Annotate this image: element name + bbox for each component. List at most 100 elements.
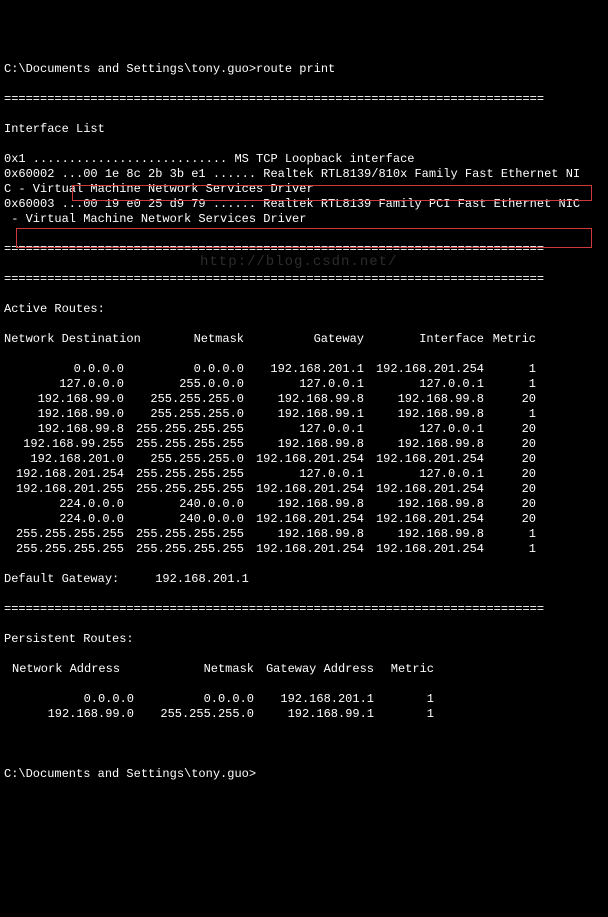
cell-metric: 20 xyxy=(484,422,536,437)
cell-destination: 0.0.0.0 xyxy=(4,362,124,377)
cell-interface: 192.168.201.254 xyxy=(364,542,484,557)
cell-destination: 0.0.0.0 xyxy=(4,692,134,707)
cell-metric: 1 xyxy=(484,377,536,392)
interface-entry: C - Virtual Machine Network Services Dri… xyxy=(4,182,604,197)
cell-destination: 192.168.99.8 xyxy=(4,422,124,437)
cell-destination: 255.255.255.255 xyxy=(4,527,124,542)
default-gateway-line: Default Gateway: 192.168.201.1 xyxy=(4,572,604,587)
cell-netmask: 240.0.0.0 xyxy=(124,512,244,527)
header-netmask: Netmask xyxy=(140,332,244,347)
persistent-route-table: 0.0.0.00.0.0.0192.168.201.11192.168.99.0… xyxy=(4,692,604,722)
prompt-line: C:\Documents and Settings\tony.guo>route… xyxy=(4,62,604,77)
cell-metric: 20 xyxy=(484,437,536,452)
cell-gateway: 192.168.99.1 xyxy=(244,407,364,422)
cell-destination: 224.0.0.0 xyxy=(4,512,124,527)
prompt-end[interactable]: C:\Documents and Settings\tony.guo> xyxy=(4,767,604,782)
interface-entry: 0x1 ........................... MS TCP L… xyxy=(4,152,604,167)
interface-entry: - Virtual Machine Network Services Drive… xyxy=(4,212,604,227)
table-row: 192.168.99.255255.255.255.255192.168.99.… xyxy=(4,437,604,452)
cell-interface: 192.168.99.8 xyxy=(364,497,484,512)
cell-gateway: 192.168.99.8 xyxy=(244,527,364,542)
table-row: 192.168.99.0255.255.255.0192.168.99.11 xyxy=(4,707,604,722)
cell-netmask: 255.255.255.255 xyxy=(124,437,244,452)
cell-gateway: 192.168.99.8 xyxy=(244,437,364,452)
cell-netmask: 0.0.0.0 xyxy=(134,692,254,707)
cell-gateway: 192.168.201.254 xyxy=(244,542,364,557)
cell-netmask: 255.255.255.255 xyxy=(124,542,244,557)
cell-destination: 192.168.99.0 xyxy=(4,407,124,422)
cell-destination: 192.168.99.0 xyxy=(4,707,134,722)
cell-gateway: 192.168.201.1 xyxy=(254,692,374,707)
table-row: 224.0.0.0240.0.0.0192.168.201.254192.168… xyxy=(4,512,604,527)
table-row: 224.0.0.0240.0.0.0192.168.99.8192.168.99… xyxy=(4,497,604,512)
interface-list-header: Interface List xyxy=(4,122,604,137)
cell-gateway: 127.0.0.1 xyxy=(244,422,364,437)
interface-entry: 0x60003 ...00 19 e0 25 d9 79 ...... Real… xyxy=(4,197,604,212)
cell-destination: 192.168.201.0 xyxy=(4,452,124,467)
cell-netmask: 255.255.255.255 xyxy=(124,527,244,542)
separator: ========================================… xyxy=(4,242,604,257)
cell-metric: 20 xyxy=(484,392,536,407)
cell-interface: 192.168.201.254 xyxy=(364,482,484,497)
cell-metric: 1 xyxy=(374,692,434,707)
cell-metric: 20 xyxy=(484,497,536,512)
p-header-metric: Metric xyxy=(374,662,434,677)
p-header-mask: Netmask xyxy=(134,662,254,677)
cell-metric: 20 xyxy=(484,482,536,497)
cell-gateway: 127.0.0.1 xyxy=(244,377,364,392)
cell-netmask: 0.0.0.0 xyxy=(124,362,244,377)
table-row: 192.168.201.255255.255.255.255192.168.20… xyxy=(4,482,604,497)
cell-interface: 127.0.0.1 xyxy=(364,467,484,482)
cell-destination: 224.0.0.0 xyxy=(4,497,124,512)
table-row: 192.168.99.0255.255.255.0192.168.99.8192… xyxy=(4,392,604,407)
separator: ========================================… xyxy=(4,272,604,287)
cell-netmask: 255.255.255.0 xyxy=(124,392,244,407)
table-row: 0.0.0.00.0.0.0192.168.201.11 xyxy=(4,692,604,707)
separator: ========================================… xyxy=(4,92,604,107)
cell-interface: 127.0.0.1 xyxy=(364,422,484,437)
cell-metric: 1 xyxy=(374,707,434,722)
cell-interface: 192.168.201.254 xyxy=(364,452,484,467)
cell-destination: 255.255.255.255 xyxy=(4,542,124,557)
cell-gateway: 192.168.99.1 xyxy=(254,707,374,722)
cell-metric: 1 xyxy=(484,362,536,377)
cell-gateway: 127.0.0.1 xyxy=(244,467,364,482)
cell-metric: 1 xyxy=(484,527,536,542)
cell-metric: 20 xyxy=(484,452,536,467)
table-row: 255.255.255.255255.255.255.255192.168.99… xyxy=(4,527,604,542)
cell-interface: 192.168.99.8 xyxy=(364,392,484,407)
route-table: 0.0.0.00.0.0.0192.168.201.1192.168.201.2… xyxy=(4,362,604,557)
header-gateway: Gateway xyxy=(244,332,364,347)
cell-netmask: 255.255.255.255 xyxy=(124,467,244,482)
persistent-routes-header: Persistent Routes: xyxy=(4,632,604,647)
cell-gateway: 192.168.99.8 xyxy=(244,392,364,407)
header-destination: Network Destination xyxy=(4,332,140,347)
cell-interface: 192.168.99.8 xyxy=(364,407,484,422)
interface-list: 0x1 ........................... MS TCP L… xyxy=(4,152,604,227)
interface-entry: 0x60002 ...00 1e 8c 2b 3b e1 ...... Real… xyxy=(4,167,604,182)
cell-destination: 192.168.201.255 xyxy=(4,482,124,497)
blank-line xyxy=(4,737,604,752)
cell-gateway: 192.168.201.1 xyxy=(244,362,364,377)
default-gateway-value: 192.168.201.1 xyxy=(155,572,249,586)
cell-interface: 192.168.201.254 xyxy=(364,512,484,527)
cell-interface: 127.0.0.1 xyxy=(364,377,484,392)
cell-netmask: 255.0.0.0 xyxy=(124,377,244,392)
route-table-header: Network DestinationNetmaskGatewayInterfa… xyxy=(4,332,604,347)
cell-netmask: 255.255.255.255 xyxy=(124,422,244,437)
cell-gateway: 192.168.201.254 xyxy=(244,482,364,497)
cell-interface: 192.168.99.8 xyxy=(364,437,484,452)
cell-destination: 192.168.99.0 xyxy=(4,392,124,407)
table-row: 0.0.0.00.0.0.0192.168.201.1192.168.201.2… xyxy=(4,362,604,377)
header-interface: Interface xyxy=(364,332,484,347)
cell-gateway: 192.168.201.254 xyxy=(244,512,364,527)
cell-netmask: 255.255.255.0 xyxy=(134,707,254,722)
table-row: 192.168.99.0255.255.255.0192.168.99.1192… xyxy=(4,407,604,422)
cell-netmask: 255.255.255.255 xyxy=(124,482,244,497)
cell-metric: 1 xyxy=(484,542,536,557)
cell-destination: 192.168.99.255 xyxy=(4,437,124,452)
p-header-gw: Gateway Address xyxy=(254,662,374,677)
cell-metric: 20 xyxy=(484,512,536,527)
header-metric: Metric xyxy=(484,332,536,347)
cell-interface: 192.168.99.8 xyxy=(364,527,484,542)
